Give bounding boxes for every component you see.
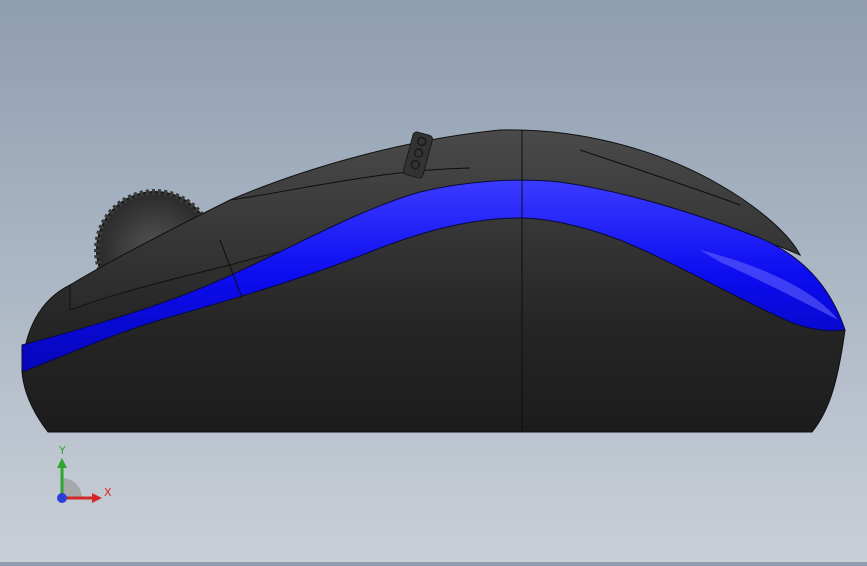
x-axis-arrow-icon xyxy=(92,493,102,503)
y-axis-arrow-icon xyxy=(57,458,67,468)
mouse-model[interactable] xyxy=(0,0,867,562)
coordinate-triad: Y X xyxy=(46,440,126,520)
y-axis-label: Y xyxy=(58,444,66,457)
z-axis-icon xyxy=(57,493,67,503)
3d-model-viewport[interactable] xyxy=(0,0,867,562)
x-axis-label: X xyxy=(104,486,112,499)
